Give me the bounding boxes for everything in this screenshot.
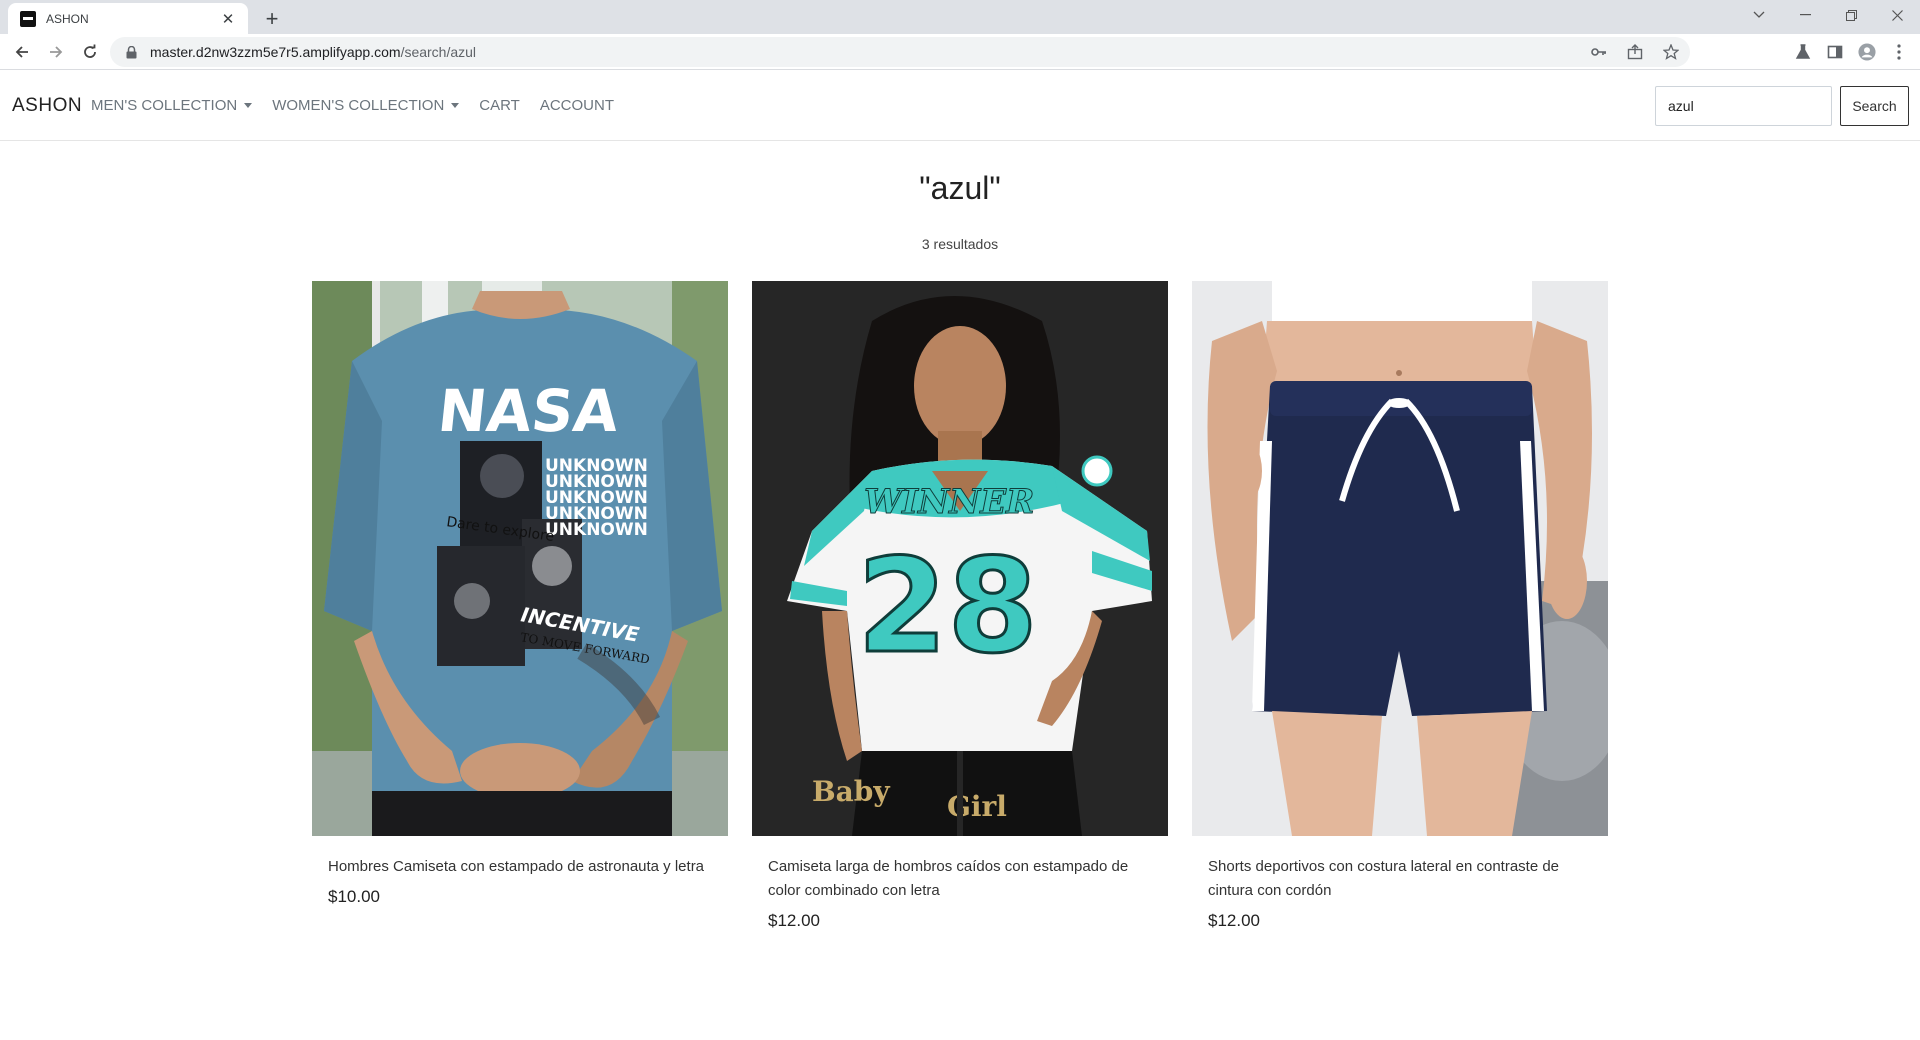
results-count: 3 resultados (921, 236, 999, 252)
nav-link-label: ACCOUNT (539, 97, 615, 114)
browser-tabstrip: ASHON ✕ + (0, 0, 1920, 34)
product-card[interactable]: NASA UNKNOWN UNKNOWN UNKNOWN UNKNOWN UNK… (312, 281, 728, 907)
print-word: WINNER (864, 482, 1034, 522)
print-shorts-left: Baby (812, 775, 890, 808)
url-text[interactable]: master.d2nw3zzm5e7r5.amplifyapp.com/sear… (150, 44, 476, 60)
product-name[interactable]: Shorts deportivos con costura lateral en… (1208, 855, 1592, 903)
search-button[interactable]: Search (1840, 86, 1909, 126)
side-panel-icon[interactable] (1826, 43, 1844, 61)
nav-womens-collection[interactable]: WOMEN'S COLLECTION (272, 97, 460, 114)
nav-account[interactable]: ACCOUNT (540, 97, 614, 114)
new-tab-icon[interactable]: + (258, 5, 286, 33)
product-image[interactable]: WINNER 28 Baby Girl (752, 281, 1168, 836)
site-favicon-icon (20, 10, 36, 27)
nav-link-label: CART (479, 97, 520, 114)
product-name[interactable]: Hombres Camiseta con estampado de astron… (328, 855, 712, 879)
nav-links: MEN'S COLLECTION WOMEN'S COLLECTION CART… (91, 97, 614, 114)
product-image[interactable]: NASA UNKNOWN UNKNOWN UNKNOWN UNKNOWN UNK… (312, 281, 728, 836)
dropdown-caret-icon (244, 103, 253, 108)
search-input[interactable] (1655, 86, 1832, 126)
browser-toolbar: master.d2nw3zzm5e7r5.amplifyapp.com/sear… (0, 34, 1920, 70)
nav-link-label: WOMEN'S COLLECTION (272, 97, 445, 114)
dropdown-caret-icon (451, 103, 460, 108)
page-title: "azul" (919, 170, 1001, 206)
print-unknown: UNKNOWN (545, 520, 648, 540)
nav-mens-collection[interactable]: MEN'S COLLECTION (91, 97, 253, 114)
url-path: /search/azul (400, 44, 477, 60)
nav-cart[interactable]: CART (479, 97, 520, 114)
product-card[interactable]: Shorts deportivos con costura lateral en… (1192, 281, 1608, 931)
back-arrow-icon[interactable] (6, 36, 38, 68)
restore-icon[interactable] (1828, 0, 1874, 30)
print-logo: NASA (435, 377, 622, 445)
address-bar[interactable]: master.d2nw3zzm5e7r5.amplifyapp.com/sear… (110, 37, 1690, 67)
minimize-icon[interactable] (1782, 0, 1828, 30)
profile-avatar-icon[interactable] (1858, 43, 1876, 61)
lock-icon[interactable] (124, 45, 138, 59)
flask-extension-icon[interactable] (1794, 43, 1812, 61)
product-price: $10.00 (328, 887, 380, 906)
close-window-icon[interactable] (1874, 0, 1920, 30)
product-price: $12.00 (1208, 911, 1260, 930)
browser-tab[interactable]: ASHON ✕ (8, 3, 248, 34)
forward-arrow-icon[interactable] (40, 36, 72, 68)
brand-logo[interactable]: ASHON (12, 95, 82, 117)
tab-title: ASHON (46, 11, 89, 26)
browser-menu-icon[interactable] (1890, 43, 1908, 61)
password-key-icon[interactable] (1590, 43, 1608, 61)
print-shorts-right: Girl (947, 790, 1007, 823)
product-price: $12.00 (768, 911, 820, 930)
print-number: 28 (857, 530, 1038, 682)
window-controls (1736, 0, 1920, 30)
bookmark-star-icon[interactable] (1662, 43, 1680, 61)
url-host: master.d2nw3zzm5e7r5.amplifyapp.com (150, 44, 401, 60)
tab-search-icon[interactable] (1736, 0, 1782, 30)
reload-icon[interactable] (74, 36, 106, 68)
product-card[interactable]: WINNER 28 Baby Girl Camiseta larga de ho… (752, 281, 1168, 931)
nav-link-label: MEN'S COLLECTION (91, 97, 238, 114)
product-name[interactable]: Camiseta larga de hombros caídos con est… (768, 855, 1152, 903)
site-navbar: ASHON MEN'S COLLECTION WOMEN'S COLLECTIO… (0, 71, 1920, 141)
close-tab-icon[interactable]: ✕ (218, 9, 238, 29)
share-icon[interactable] (1626, 43, 1644, 61)
product-image[interactable] (1192, 281, 1608, 836)
